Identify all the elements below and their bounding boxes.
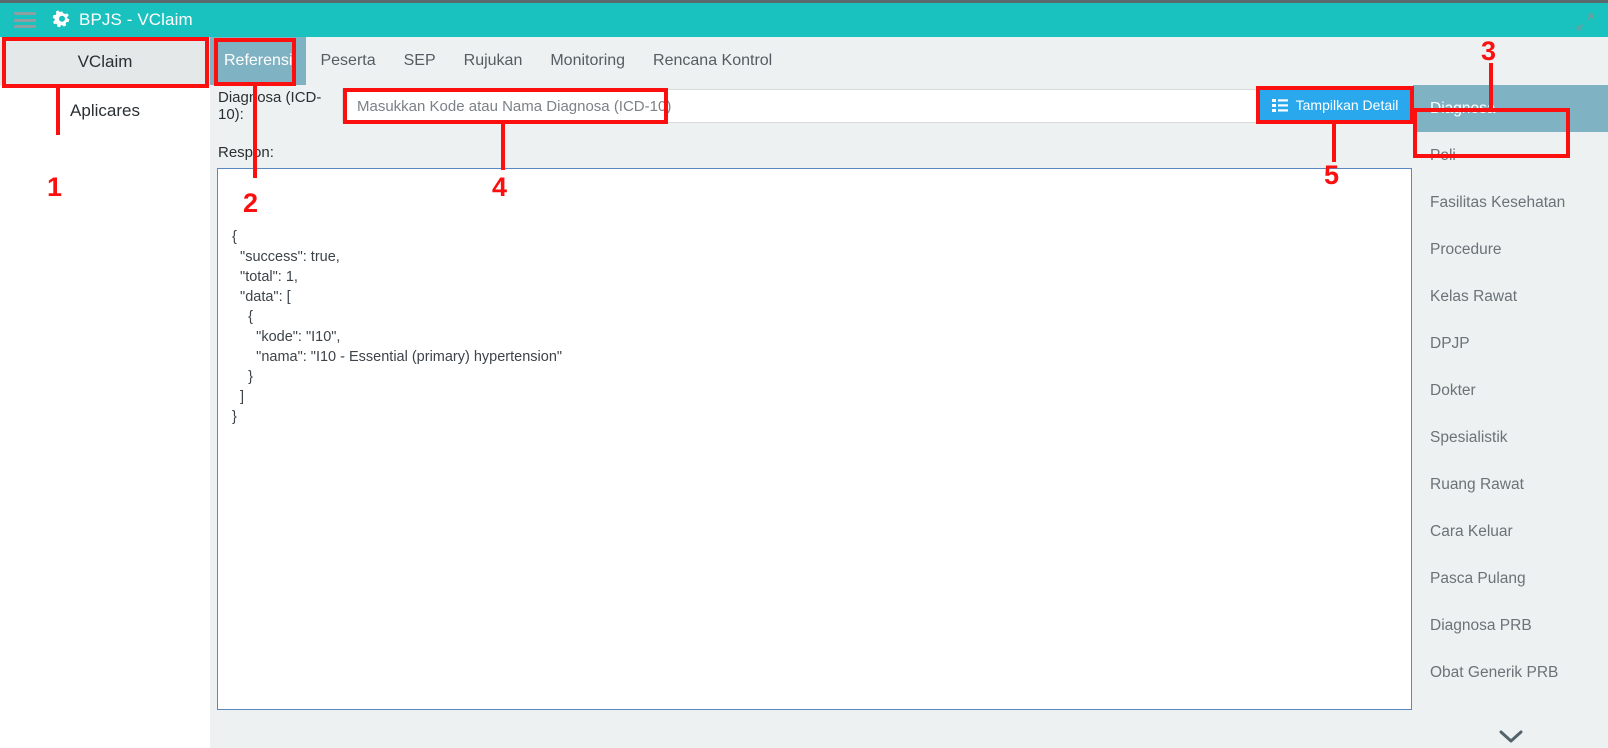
chevron-down-icon [1499, 730, 1522, 743]
title-bar: BPJS - VClaim [0, 0, 1608, 37]
tab-sep[interactable]: SEP [390, 37, 450, 85]
right-sidebar: Diagnosa Poli Fasilitas Kesehatan Proced… [1413, 85, 1608, 748]
gear-icon [52, 10, 70, 28]
tab-label: Rujukan [463, 52, 523, 69]
tab-label: Peserta [320, 52, 376, 69]
right-sidebar-item-label: DPJP [1430, 334, 1470, 352]
sidebar-item-label: VClaim [77, 51, 133, 71]
right-sidebar-item-label: Dokter [1430, 381, 1476, 399]
list-icon [1271, 98, 1288, 112]
right-sidebar-item-label: Poli [1430, 146, 1456, 164]
right-sidebar-item-label: Spesialistik [1430, 428, 1508, 446]
right-sidebar-item-spesialistik[interactable]: Spesialistik [1413, 414, 1608, 461]
annotation-line-4 [501, 122, 505, 170]
tampilkan-detail-label: Tampilkan Detail [1295, 97, 1399, 113]
annotation-line-5 [1332, 122, 1336, 162]
right-sidebar-item-diagnosa[interactable]: Diagnosa [1413, 85, 1608, 132]
window-title: BPJS - VClaim [79, 10, 193, 29]
right-sidebar-item-label: Procedure [1430, 240, 1502, 258]
right-sidebar-item-cara-keluar[interactable]: Cara Keluar [1413, 508, 1608, 555]
tampilkan-detail-button[interactable]: Tampilkan Detail [1259, 89, 1411, 121]
right-sidebar-item-pasca-pulang[interactable]: Pasca Pulang [1413, 555, 1608, 602]
right-sidebar-item-dokter[interactable]: Dokter [1413, 367, 1608, 414]
right-sidebar-item-label: Pasca Pulang [1430, 569, 1526, 587]
right-sidebar-item-kelas-rawat[interactable]: Kelas Rawat [1413, 273, 1608, 320]
right-sidebar-item-fasilitas-kesehatan[interactable]: Fasilitas Kesehatan [1413, 179, 1608, 226]
respon-json-text: { "success": true, "total": 1, "data": [… [232, 229, 563, 425]
right-sidebar-item-poli[interactable]: Poli [1413, 132, 1608, 179]
diagnosa-label: Diagnosa (ICD-10): [218, 89, 322, 123]
respon-output-box[interactable]: { "success": true, "total": 1, "data": [… [217, 168, 1412, 710]
respon-label: Respon: [218, 144, 274, 161]
right-sidebar-scroll-down[interactable] [1413, 728, 1608, 744]
diagnosa-input[interactable] [342, 89, 1365, 123]
tab-bar: Referensi Peserta SEP Rujukan Monitoring… [210, 37, 1608, 85]
right-sidebar-item-label: Diagnosa [1430, 99, 1496, 117]
right-sidebar-item-label: Cara Keluar [1430, 522, 1513, 540]
right-sidebar-item-label: Kelas Rawat [1430, 287, 1518, 305]
tab-rujukan[interactable]: Rujukan [450, 37, 537, 85]
tab-label: Rencana Kontrol [653, 52, 773, 69]
sidebar-item-aplicares[interactable]: Aplicares [0, 86, 210, 135]
right-sidebar-item-procedure[interactable]: Procedure [1413, 226, 1608, 273]
tab-label: Referensi [224, 52, 293, 69]
sidebar-item-vclaim[interactable]: VClaim [0, 37, 210, 86]
tab-label: SEP [403, 52, 436, 69]
right-sidebar-item-label: Fasilitas Kesehatan [1430, 193, 1566, 211]
right-sidebar-item-obat-generik-prb[interactable]: Obat Generik PRB [1413, 649, 1608, 696]
tab-monitoring[interactable]: Monitoring [536, 37, 639, 85]
right-sidebar-item-label: Diagnosa PRB [1430, 616, 1532, 634]
right-sidebar-item-ruang-rawat[interactable]: Ruang Rawat [1413, 461, 1608, 508]
right-sidebar-item-diagnosa-prb[interactable]: Diagnosa PRB [1413, 602, 1608, 649]
hamburger-icon[interactable] [14, 12, 36, 28]
right-sidebar-item-dpjp[interactable]: DPJP [1413, 320, 1608, 367]
right-sidebar-item-label: Obat Generik PRB [1430, 663, 1559, 681]
left-sidebar: VClaim Aplicares [0, 37, 210, 748]
right-sidebar-item-label: Ruang Rawat [1430, 475, 1524, 493]
tab-peserta[interactable]: Peserta [306, 37, 389, 85]
diagnosa-form-row: Diagnosa (ICD-10): [218, 89, 1408, 123]
tab-label: Monitoring [550, 52, 626, 69]
app-window: BPJS - VClaim VClaim Aplicares Referensi… [0, 0, 1608, 748]
tab-referensi[interactable]: Referensi [210, 37, 307, 85]
tab-rencana-kontrol[interactable]: Rencana Kontrol [639, 37, 786, 85]
sidebar-item-label: Aplicares [70, 100, 140, 120]
expand-diagonal-icon[interactable] [1575, 12, 1595, 32]
